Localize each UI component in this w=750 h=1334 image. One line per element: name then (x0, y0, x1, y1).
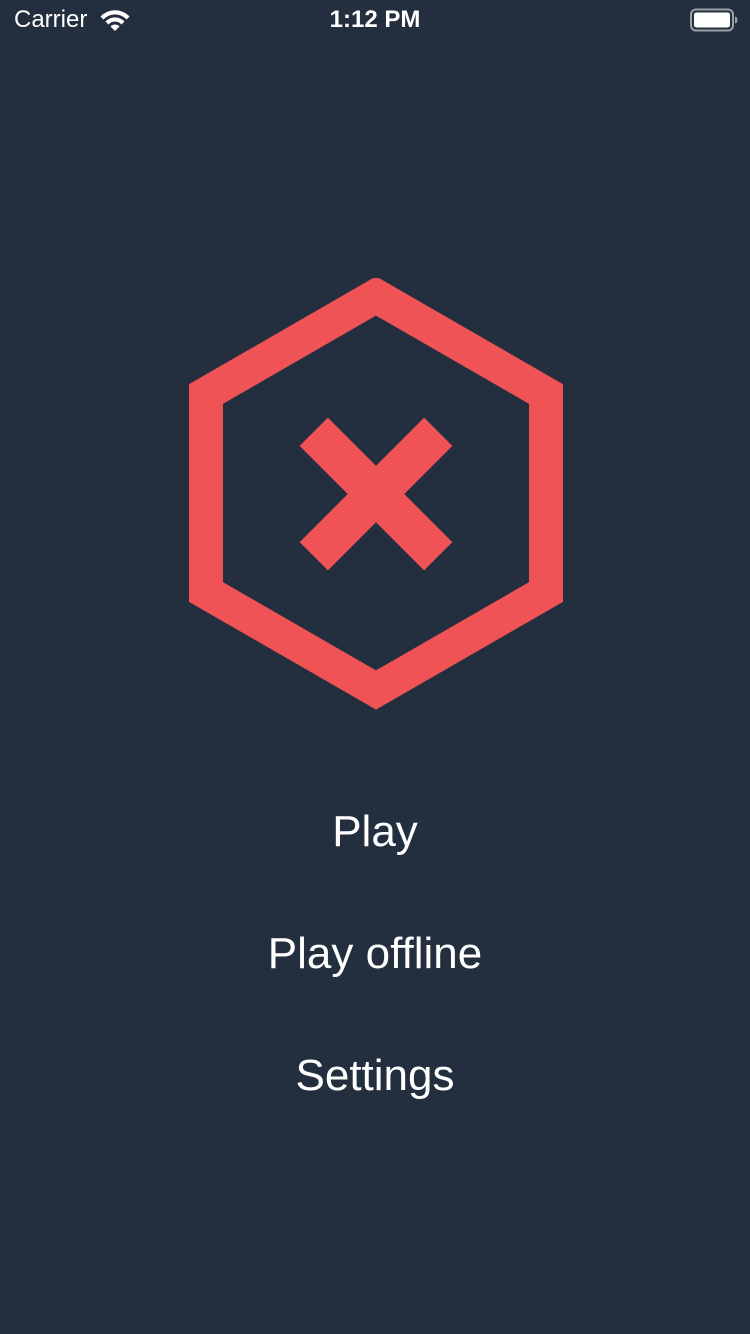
settings-button[interactable]: Settings (0, 1050, 750, 1102)
app-screen: Carrier 1:12 PM Play Play offline Settin… (0, 0, 750, 1334)
hexagon-x-icon (189, 278, 563, 710)
play-offline-button[interactable]: Play offline (0, 928, 750, 980)
status-time: 1:12 PM (329, 6, 421, 33)
battery-full-icon (690, 8, 738, 32)
logo-cross (299, 417, 453, 571)
play-button[interactable]: Play (0, 806, 750, 858)
status-bar: Carrier 1:12 PM (0, 0, 750, 40)
